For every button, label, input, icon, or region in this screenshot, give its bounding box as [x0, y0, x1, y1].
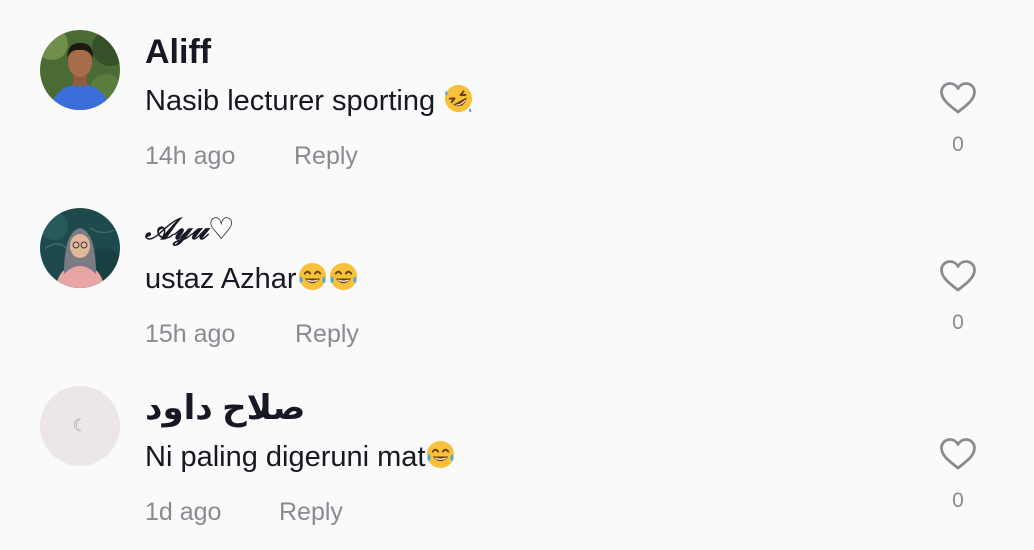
- comment-text: Nasib lecturer sporting: [145, 85, 444, 117]
- comment-timestamp: 1d ago: [145, 498, 222, 526]
- comment-text-container: Nasib lecturer sporting: [145, 82, 474, 120]
- reply-button[interactable]: Reply: [295, 318, 359, 350]
- reply-button[interactable]: Reply: [279, 496, 343, 528]
- comment-item: 𝒜𝓎𝓊♡ ustaz Azhar 15h ago Reply 0: [0, 178, 1034, 356]
- avatar-photo: [40, 208, 120, 288]
- avatar[interactable]: [40, 30, 120, 110]
- avatar[interactable]: [40, 208, 120, 288]
- comment-timestamp: 15h ago: [145, 320, 236, 348]
- crescent-moon-icon: ☾: [72, 415, 88, 436]
- reply-button[interactable]: Reply: [294, 140, 358, 172]
- username[interactable]: صلاح داود: [145, 388, 305, 428]
- tears-of-joy-emoji: [425, 439, 456, 470]
- avatar-photo: [40, 30, 120, 110]
- tears-of-joy-emoji: [297, 261, 328, 292]
- comment-text: Ni paling digeruni mat: [145, 441, 426, 473]
- like-count: 0: [952, 311, 964, 334]
- like-button[interactable]: [938, 436, 978, 472]
- like-button[interactable]: [938, 258, 978, 294]
- comment-item: ☾ صلاح داود Ni paling digeruni mat 1d ag…: [0, 356, 1034, 534]
- comment-text: ustaz Azhar: [145, 263, 297, 295]
- comment-text-container: Ni paling digeruni mat: [145, 438, 456, 476]
- heart-outline-icon: [940, 438, 976, 470]
- like-count: 0: [952, 489, 964, 512]
- comment-list: Aliff Nasib lecturer sporting 14h ago Re…: [0, 0, 1034, 550]
- like-button[interactable]: [938, 80, 978, 116]
- avatar[interactable]: ☾: [40, 386, 120, 466]
- heart-outline-icon: [940, 82, 976, 114]
- comment-text-container: ustaz Azhar: [145, 260, 359, 298]
- rolling-on-floor-laughing-emoji: [443, 83, 474, 114]
- comment-item: Aliff Nasib lecturer sporting 14h ago Re…: [0, 0, 1034, 178]
- comment-timestamp: 14h ago: [145, 142, 236, 170]
- username[interactable]: Aliff: [145, 32, 211, 72]
- heart-outline-icon: [940, 260, 976, 292]
- username[interactable]: 𝒜𝓎𝓊♡: [145, 210, 235, 250]
- tears-of-joy-emoji: [328, 261, 359, 292]
- like-count: 0: [952, 133, 964, 156]
